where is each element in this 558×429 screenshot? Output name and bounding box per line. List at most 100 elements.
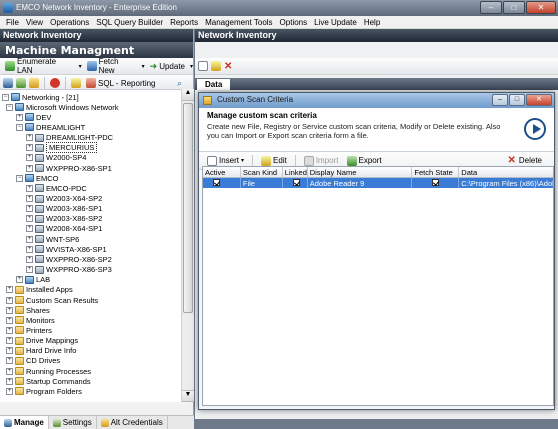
- tree-node[interactable]: + W2003-X86-SP1: [26, 204, 102, 214]
- minimize-button[interactable]: –: [480, 1, 502, 14]
- column-scan-kind[interactable]: Scan Kind: [241, 167, 283, 177]
- maximize-button[interactable]: □: [503, 1, 525, 14]
- tree-node[interactable]: + Monitors: [6, 315, 55, 325]
- dialog-minimize-button[interactable]: –: [492, 94, 508, 106]
- tab-manage[interactable]: Manage: [0, 416, 49, 429]
- tree-node[interactable]: + MERCURIUS: [26, 142, 98, 154]
- expand-icon[interactable]: +: [26, 215, 33, 223]
- dropdown-arrow-icon[interactable]: ▾: [79, 63, 82, 70]
- linked-checkbox[interactable]: [292, 179, 300, 186]
- group-icon[interactable]: [16, 78, 26, 88]
- delete-button[interactable]: ✕ Delete: [507, 155, 542, 166]
- dropdown-arrow-icon[interactable]: ▾: [142, 63, 145, 70]
- new-icon[interactable]: [198, 61, 208, 71]
- scroll-thumb[interactable]: [183, 103, 193, 313]
- expand-icon[interactable]: +: [26, 195, 33, 202]
- active-cell[interactable]: [203, 178, 241, 188]
- column-data[interactable]: Data: [459, 167, 553, 177]
- tree-node[interactable]: + Custom Scan Results: [6, 295, 98, 305]
- dialog-maximize-button[interactable]: □: [509, 94, 525, 106]
- expand-icon[interactable]: +: [16, 113, 23, 121]
- stop-icon[interactable]: [50, 78, 60, 88]
- tree-node[interactable]: + CD Drives: [6, 356, 60, 366]
- expand-icon[interactable]: +: [26, 154, 33, 162]
- table-row[interactable]: File Adobe Reader 9 C:\Program Files (x8…: [203, 178, 553, 188]
- edit-icon[interactable]: [211, 61, 221, 71]
- collapse-icon[interactable]: −: [16, 174, 23, 182]
- expand-icon[interactable]: +: [6, 306, 13, 314]
- delete-icon[interactable]: ✕: [224, 61, 232, 72]
- tree-node[interactable]: + Shares: [6, 305, 50, 315]
- insert-button[interactable]: Insert ▾: [205, 155, 246, 167]
- expand-icon[interactable]: +: [6, 357, 13, 365]
- update-button[interactable]: ➜ Update: [148, 60, 187, 73]
- column-fetch-state[interactable]: Fetch State: [412, 167, 460, 177]
- tree-node[interactable]: + LAB: [16, 275, 50, 285]
- expand-icon[interactable]: +: [26, 255, 33, 263]
- menu-reports[interactable]: Reports: [167, 16, 202, 28]
- expand-icon[interactable]: +: [26, 266, 33, 274]
- menu-live-update[interactable]: Live Update: [311, 16, 361, 28]
- tree-node[interactable]: + WXPPRO-X86-SP2: [26, 254, 112, 264]
- tree-node[interactable]: + Printers: [6, 325, 52, 335]
- expand-icon[interactable]: +: [6, 326, 13, 334]
- scroll-down-icon[interactable]: ▼: [182, 390, 194, 402]
- expand-icon[interactable]: +: [26, 225, 33, 233]
- tree-node[interactable]: + W2003-X86-SP2: [26, 214, 102, 224]
- tab-alt-credentials[interactable]: Alt Credentials: [97, 416, 168, 429]
- fetch-new-button[interactable]: Fetch New: [85, 56, 139, 76]
- close-button[interactable]: ✕: [526, 1, 556, 14]
- expand-icon[interactable]: +: [26, 235, 33, 243]
- menu-operations[interactable]: Operations: [47, 16, 93, 28]
- expand-icon[interactable]: +: [6, 347, 13, 355]
- edit-button[interactable]: Edit: [259, 155, 289, 167]
- scroll-up-icon[interactable]: ▲: [182, 89, 194, 101]
- active-checkbox[interactable]: [213, 179, 220, 186]
- export-button[interactable]: Export: [345, 155, 384, 167]
- expand-icon[interactable]: +: [6, 286, 13, 294]
- tab-data[interactable]: Data: [197, 79, 231, 90]
- dropdown-arrow-icon[interactable]: ▾: [190, 63, 193, 70]
- go-arrow-icon[interactable]: [524, 118, 546, 140]
- tree-node[interactable]: + DREAMLIGHT-PDC: [26, 133, 113, 143]
- collapse-icon[interactable]: −: [16, 123, 23, 131]
- tree-node[interactable]: + DEV: [16, 112, 51, 122]
- enumerate-lan-button[interactable]: Enumerate LAN: [3, 56, 76, 76]
- expand-icon[interactable]: +: [6, 367, 13, 375]
- search-icon[interactable]: ⌕: [177, 78, 182, 89]
- expand-icon[interactable]: +: [26, 144, 33, 152]
- expand-icon[interactable]: +: [6, 337, 13, 345]
- menu-management-tools[interactable]: Management Tools: [202, 16, 276, 28]
- tree-node[interactable]: + WXPPRO-X86-SP3: [26, 265, 112, 275]
- tree-node[interactable]: + Installed Apps: [6, 285, 73, 295]
- collapse-icon[interactable]: −: [6, 103, 13, 111]
- tab-settings[interactable]: Settings: [49, 416, 97, 429]
- tree-node[interactable]: + WXPPRO-X86-SP1: [26, 163, 112, 173]
- tree-node[interactable]: − Networking - [21]: [2, 92, 79, 102]
- tree-node[interactable]: + W2008-X64-SP1: [26, 224, 102, 234]
- tree-node[interactable]: − Microsoft Windows Network: [6, 102, 119, 112]
- edit-icon[interactable]: [71, 78, 81, 88]
- folder-icon[interactable]: [29, 78, 39, 88]
- tree-node[interactable]: + WNT-SP6: [26, 234, 79, 244]
- tree-node[interactable]: − EMCO: [16, 173, 59, 183]
- sql-reporting-button[interactable]: SQL - Reporting: [84, 77, 158, 89]
- expand-icon[interactable]: +: [6, 316, 13, 324]
- import-button[interactable]: Import: [302, 155, 341, 167]
- dialog-close-button[interactable]: ✕: [526, 94, 552, 106]
- collapse-icon[interactable]: −: [2, 93, 9, 101]
- column-display-name[interactable]: Display Name: [308, 167, 413, 177]
- expand-icon[interactable]: +: [26, 245, 33, 253]
- column-active[interactable]: Active: [203, 167, 241, 177]
- expand-icon[interactable]: +: [6, 296, 13, 304]
- tree-node[interactable]: + Program Folders: [6, 386, 82, 396]
- expand-icon[interactable]: +: [26, 134, 33, 142]
- fetch-state-cell[interactable]: [412, 178, 460, 188]
- tree-node[interactable]: + W2003-X64-SP2: [26, 194, 102, 204]
- tree-node[interactable]: + WVISTA-X86-SP1: [26, 244, 107, 254]
- menu-file[interactable]: File: [3, 16, 23, 28]
- tree-node[interactable]: + Running Processes: [6, 366, 91, 376]
- expand-icon[interactable]: +: [26, 205, 33, 213]
- menu-view[interactable]: View: [23, 16, 47, 28]
- tree-node[interactable]: + EMCO-PDC: [26, 183, 87, 193]
